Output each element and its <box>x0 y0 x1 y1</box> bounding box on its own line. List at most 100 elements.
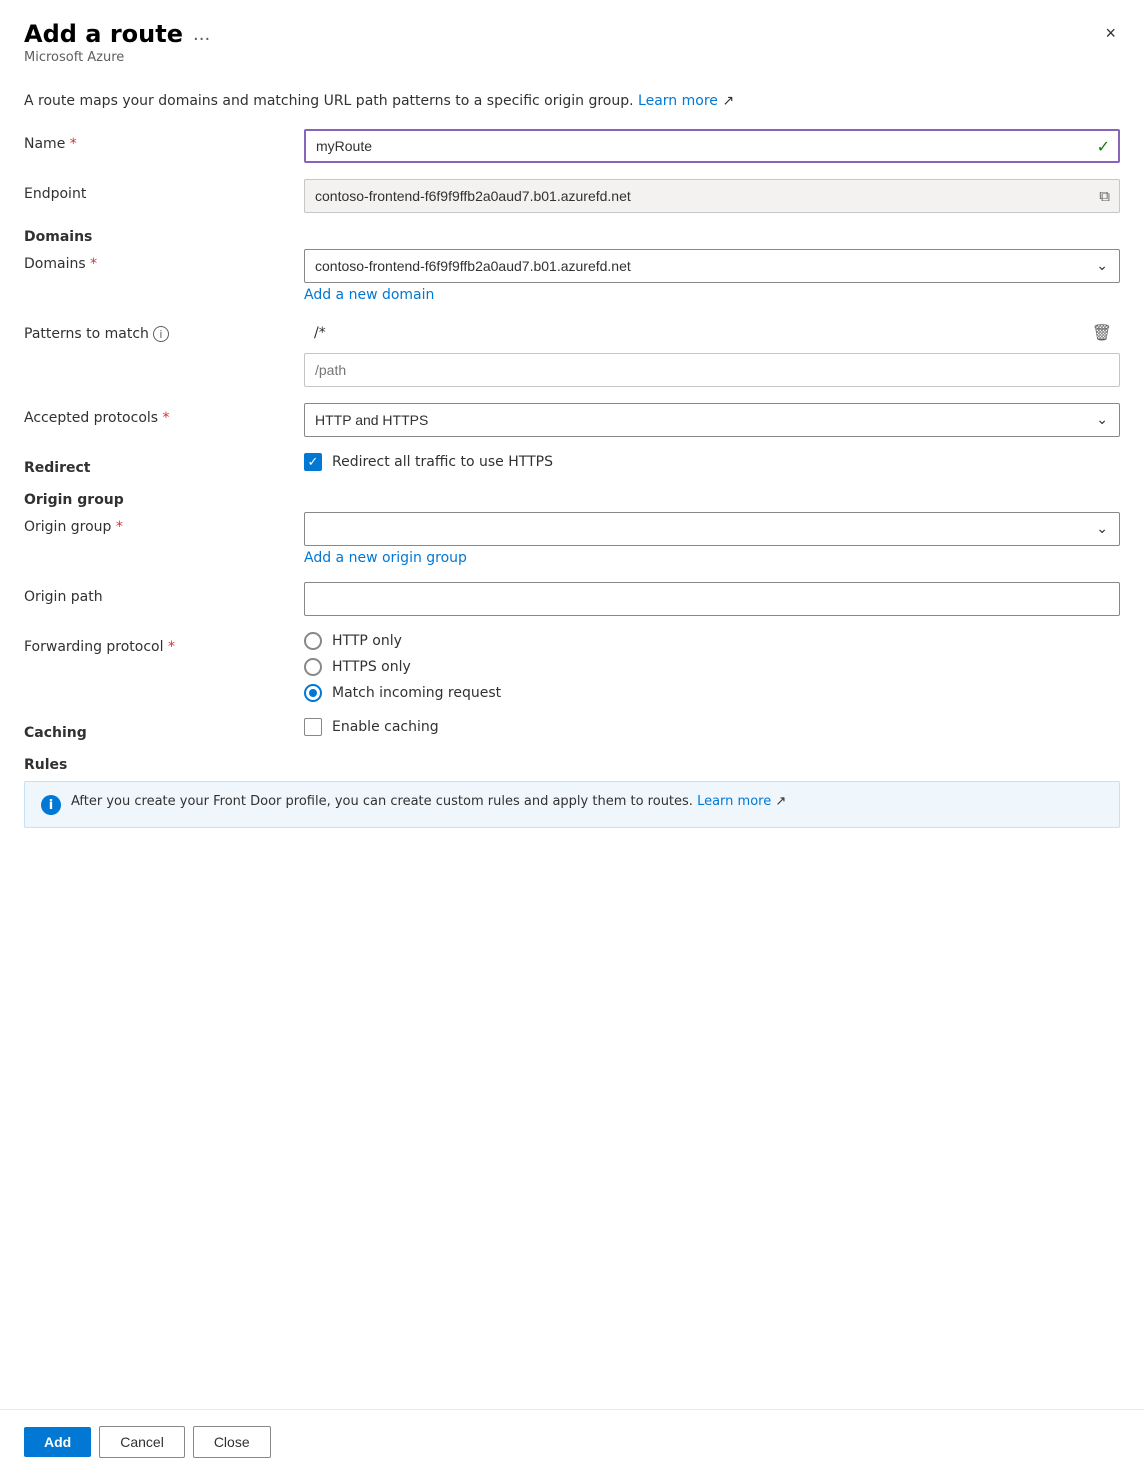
origin-path-row: Origin path <box>24 582 1120 616</box>
accepted-protocols-select[interactable]: HTTP and HTTPS <box>304 403 1120 437</box>
add-origin-group-link[interactable]: Add a new origin group <box>304 550 467 566</box>
rules-info-box: i After you create your Front Door profi… <box>24 781 1120 828</box>
caching-checkbox-row: Enable caching <box>304 718 1120 736</box>
title-text: Add a route <box>24 20 183 48</box>
close-icon-button[interactable]: × <box>1101 20 1120 46</box>
forwarding-http-only-row: HTTP only <box>304 632 1120 650</box>
origin-group-section-heading: Origin group <box>24 492 1120 508</box>
patterns-info-icon[interactable]: i <box>153 326 169 342</box>
origin-group-row: Origin group * Add a new origin group <box>24 512 1120 566</box>
forwarding-https-only-radio[interactable] <box>304 658 322 676</box>
patterns-row: Patterns to match i /* 🗑 <box>24 319 1120 387</box>
endpoint-label: Endpoint <box>24 179 304 202</box>
forwarding-https-only-row: HTTPS only <box>304 658 1120 676</box>
origin-group-label: Origin group * <box>24 512 304 535</box>
rules-section-heading: Rules <box>24 757 1120 773</box>
redirect-row: Redirect ✓ Redirect all traffic to use H… <box>24 453 1120 476</box>
rules-external-link-icon: ↗ <box>775 794 786 809</box>
domains-section-heading: Domains <box>24 229 1120 245</box>
rules-learn-more-link[interactable]: Learn more <box>697 794 771 809</box>
caching-checkbox-label: Enable caching <box>332 719 439 735</box>
forwarding-protocol-control: HTTP only HTTPS only Match incoming requ… <box>304 632 1120 702</box>
name-required: * <box>70 136 77 152</box>
origin-group-control: Add a new origin group <box>304 512 1120 566</box>
panel-header: Add a route ... Microsoft Azure × <box>0 0 1144 77</box>
close-icon: × <box>1105 23 1116 43</box>
domains-label: Domains * <box>24 249 304 272</box>
caching-control: Enable caching <box>304 718 1120 736</box>
forwarding-https-only-label: HTTPS only <box>332 659 411 675</box>
forwarding-http-only-radio[interactable] <box>304 632 322 650</box>
description-text: A route maps your domains and matching U… <box>24 93 634 109</box>
endpoint-input <box>304 179 1120 213</box>
panel-subtitle: Microsoft Azure <box>24 50 210 65</box>
forwarding-match-label: Match incoming request <box>332 685 501 701</box>
delete-pattern-button[interactable]: 🗑 <box>1084 319 1120 347</box>
panel-body: A route maps your domains and matching U… <box>0 77 1144 1409</box>
protocols-required: * <box>163 410 170 426</box>
add-domain-link[interactable]: Add a new domain <box>304 287 434 303</box>
protocols-select-wrapper: HTTP and HTTPS <box>304 403 1120 437</box>
patterns-label-inner: Patterns to match i <box>24 326 304 342</box>
pattern-item: /* 🗑 <box>304 319 1120 347</box>
external-link-icon: ↗ <box>722 93 734 109</box>
domains-required: * <box>90 256 97 272</box>
pattern-value: /* <box>304 319 1084 347</box>
forwarding-radio-group: HTTP only HTTPS only Match incoming requ… <box>304 632 1120 702</box>
endpoint-control: ⧉ <box>304 179 1120 213</box>
name-row: Name * ✓ <box>24 129 1120 163</box>
forwarding-protocol-row: Forwarding protocol * HTTP only HTTPS on… <box>24 632 1120 702</box>
description-row: A route maps your domains and matching U… <box>24 93 1120 109</box>
accepted-protocols-row: Accepted protocols * HTTP and HTTPS <box>24 403 1120 437</box>
redirect-checkbox-label: Redirect all traffic to use HTTPS <box>332 454 553 470</box>
pattern-path-input[interactable] <box>304 353 1120 387</box>
domains-select-wrapper: contoso-frontend-f6f9f9ffb2a0aud7.b01.az… <box>304 249 1120 283</box>
name-label: Name * <box>24 129 304 152</box>
redirect-control: ✓ Redirect all traffic to use HTTPS <box>304 453 1120 471</box>
name-input-wrapper: ✓ <box>304 129 1120 163</box>
name-check-icon: ✓ <box>1097 137 1110 156</box>
forwarding-match-row: Match incoming request <box>304 684 1120 702</box>
origin-path-input[interactable] <box>304 582 1120 616</box>
caching-row: Caching Enable caching <box>24 718 1120 741</box>
endpoint-row: Endpoint ⧉ <box>24 179 1120 213</box>
patterns-label: Patterns to match i <box>24 319 304 342</box>
add-button[interactable]: Add <box>24 1427 91 1457</box>
origin-group-select-wrapper <box>304 512 1120 546</box>
name-input[interactable] <box>304 129 1120 163</box>
rules-info-text: After you create your Front Door profile… <box>71 794 786 809</box>
redirect-label: Redirect <box>24 453 304 476</box>
panel-title-ellipsis[interactable]: ... <box>193 24 210 45</box>
origin-path-label: Origin path <box>24 582 304 605</box>
forwarding-match-radio[interactable] <box>304 684 322 702</box>
domains-select[interactable]: contoso-frontend-f6f9f9ffb2a0aud7.b01.az… <box>304 249 1120 283</box>
domains-row: Domains * contoso-frontend-f6f9f9ffb2a0a… <box>24 249 1120 303</box>
cancel-button[interactable]: Cancel <box>99 1426 185 1458</box>
name-control: ✓ <box>304 129 1120 163</box>
copy-endpoint-button[interactable]: ⧉ <box>1095 184 1114 209</box>
panel-footer: Add Cancel Close <box>0 1409 1144 1474</box>
accepted-protocols-control: HTTP and HTTPS <box>304 403 1120 437</box>
origin-group-required: * <box>116 519 123 535</box>
panel-title: Add a route ... <box>24 20 210 48</box>
forwarding-http-only-label: HTTP only <box>332 633 402 649</box>
redirect-checkbox[interactable]: ✓ <box>304 453 322 471</box>
add-route-panel: Add a route ... Microsoft Azure × A rout… <box>0 0 1144 1474</box>
copy-icon: ⧉ <box>1099 188 1110 205</box>
forwarding-protocol-label: Forwarding protocol * <box>24 632 304 655</box>
caching-checkbox[interactable] <box>304 718 322 736</box>
delete-icon: 🗑 <box>1092 325 1112 342</box>
learn-more-link-top[interactable]: Learn more <box>638 93 718 109</box>
redirect-checkbox-row: ✓ Redirect all traffic to use HTTPS <box>304 453 1120 471</box>
checkmark-icon: ✓ <box>308 456 319 469</box>
rules-info-icon: i <box>41 795 61 815</box>
caching-label: Caching <box>24 718 304 741</box>
endpoint-input-wrapper: ⧉ <box>304 179 1120 213</box>
domains-control: contoso-frontend-f6f9f9ffb2a0aud7.b01.az… <box>304 249 1120 303</box>
patterns-control: /* 🗑 <box>304 319 1120 387</box>
panel-title-area: Add a route ... Microsoft Azure <box>24 20 210 65</box>
accepted-protocols-label: Accepted protocols * <box>24 403 304 426</box>
close-button[interactable]: Close <box>193 1426 271 1458</box>
forwarding-required: * <box>168 639 175 655</box>
origin-group-select[interactable] <box>304 512 1120 546</box>
